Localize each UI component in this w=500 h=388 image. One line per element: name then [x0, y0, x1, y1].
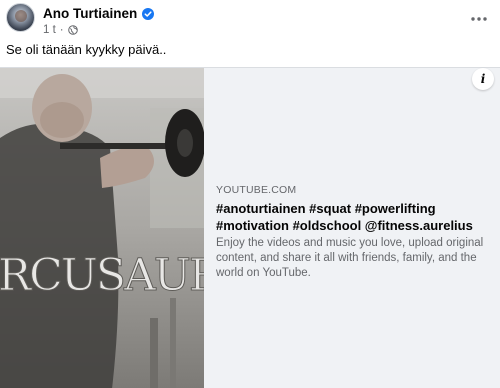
post-header: Ano Turtiainen 1 t ·: [0, 0, 500, 40]
author-name-row: Ano Turtiainen: [43, 6, 155, 21]
link-title[interactable]: #anoturtiainen #squat #powerlifting #mot…: [216, 200, 492, 234]
link-domain: YOUTUBE.COM: [216, 184, 297, 196]
verified-badge-icon: [142, 7, 155, 20]
avatar[interactable]: [6, 3, 35, 32]
link-preview-card[interactable]: RCUSAURELI i YOUTUBE.COM #anoturtiainen …: [0, 67, 500, 388]
info-icon[interactable]: i: [472, 68, 494, 90]
post-time[interactable]: 1 t: [43, 24, 56, 36]
meta-separator: ·: [59, 24, 64, 36]
link-card-info[interactable]: YOUTUBE.COM #anoturtiainen #squat #power…: [216, 184, 492, 281]
globe-icon: [67, 25, 78, 35]
info-icon-glyph: i: [480, 72, 486, 86]
thumbnail-watermark: RCUSAURELI: [0, 250, 204, 301]
author-name[interactable]: Ano Turtiainen: [43, 6, 137, 21]
post-meta: 1 t ·: [43, 24, 78, 36]
thumbnail-image: RCUSAURELI: [0, 68, 204, 388]
video-thumbnail[interactable]: RCUSAURELI: [0, 68, 204, 388]
link-description: Enjoy the videos and music you love, upl…: [216, 237, 484, 279]
more-options-icon[interactable]: [468, 8, 490, 30]
post-text: Se oli tänään kyykky päivä..: [6, 42, 167, 57]
